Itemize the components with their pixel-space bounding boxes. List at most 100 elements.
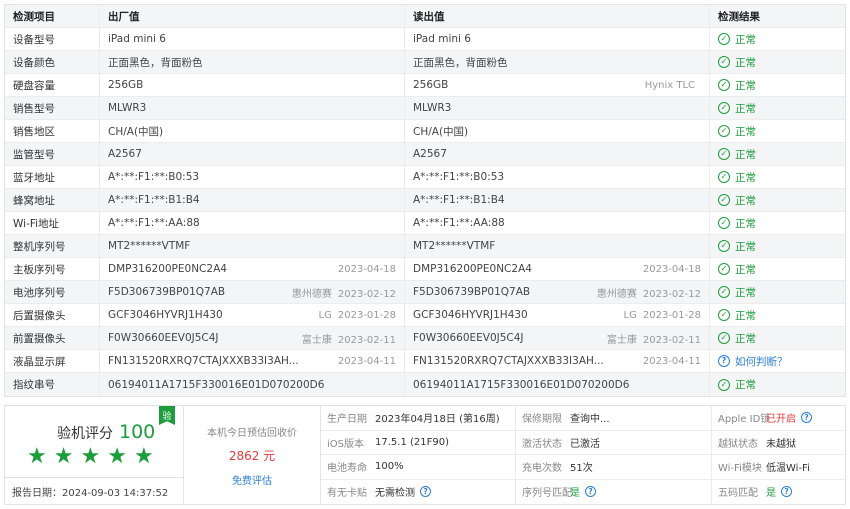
factory-meta [384,218,396,229]
read-brand: 富士康 [606,334,637,346]
factory-meta [384,195,396,206]
item-name: 指纹串号 [5,373,100,396]
factory-value: 256GB [108,79,144,91]
read-cell: A*:**:F1:**:B1:B4 [405,189,710,211]
help-icon[interactable]: ? [781,486,792,498]
read-meta [689,103,701,114]
result-text: 正常 [735,194,756,207]
info-key: 越狱状态 [718,438,758,450]
factory-cell: A*:**:F1:**:AA:88 [100,212,405,234]
factory-meta: 2023-04-11 [326,356,396,367]
help-icon[interactable]: ? [585,486,596,498]
read-value: A*:**:F1:**:AA:88 [413,217,505,229]
info-cell: 序列号匹配是? [516,479,712,504]
check-circle-icon: ✓ [718,240,730,252]
result-status: ✓ 正常 [718,193,756,208]
read-cell: 正面黑色，背面粉色 [405,51,710,73]
factory-meta [384,149,396,160]
factory-meta [384,34,396,45]
result-status: ✓ 正常 [718,262,756,277]
result-cell: ✓ 正常 [710,281,845,303]
star-icon: ★ [80,444,101,469]
factory-meta [384,379,396,390]
result-status: ✓ 正常 [718,124,756,139]
result-status: ✓ 正常 [718,101,756,116]
factory-cell: FN131520RXRQ7CTAJXXXB33I3AH... 2023-04-11 [100,350,405,372]
check-circle-icon: ✓ [718,378,730,391]
result-status: ✓ 正常 [718,331,756,346]
table-row: 电池序列号 F5D306739BP01Q7AB 惠州德赛 2023-02-12 F5D3… [5,281,845,304]
read-value: GCF3046HYVRJ1H430 [413,309,528,321]
info-key: iOS版本 [327,438,364,450]
item-name: 液晶显示屏 [5,350,100,372]
result-cell: ✓ 正常 [710,143,845,165]
read-value: A*:**:F1:**:B1:B4 [413,194,505,206]
read-meta: 富士康 2023-02-11 [601,331,701,346]
info-cell: 生产日期 2023年04月18日 (第16周) [321,406,516,431]
factory-cell: 06194011A1715F330016E01D070200D6 [100,373,405,396]
factory-cell: MLWR3 [100,97,405,119]
factory-value: iPad mini 6 [108,33,166,45]
help-icon[interactable]: ? [801,412,812,424]
question-circle-icon: ? [718,355,730,367]
info-value: 低温Wi-Fi [766,463,810,475]
result-cell: ✓ 正常 [710,327,845,349]
table-row: 液晶显示屏 FN131520RXRQ7CTAJXXXB33I3AH... 2023-… [5,350,845,373]
item-name: 后置摄像头 [5,304,100,326]
info-cell: 五码匹配是? [712,480,845,505]
read-meta [689,241,701,252]
info-key: Apple ID锁 [718,414,771,426]
help-icon[interactable]: ? [420,486,431,498]
result-status: ✓ 正常 [718,239,756,254]
read-meta [689,172,701,183]
check-circle-icon: ✓ [718,286,730,298]
result-status[interactable]: ? 如何判断？ [718,354,788,369]
check-circle-icon: ✓ [718,56,730,68]
result-text: 正常 [735,263,756,276]
read-cell: A2567 [405,143,710,165]
factory-meta [384,126,396,137]
table-row: 监管型号 A2567 A2567 ✓ 正常 [5,143,845,166]
item-name: 整机序列号 [5,235,100,257]
result-text: 正常 [735,332,756,345]
factory-value: FN131520RXRQ7CTAJXXXB33I3AH... [108,355,299,367]
read-value: F5D306739BP01Q7AB [413,286,531,298]
read-meta [689,57,701,68]
read-cell: 06194011A1715F330016E01D070200D6 [405,373,710,396]
read-cell: A*:**:F1:**:B0:53 [405,166,710,188]
info-value: 无需检测 [375,488,415,500]
table-row: 设备颜色 正面黑色，背面粉色 正面黑色，背面粉色 ✓ 正常 [5,51,845,74]
read-brand: Hynix TLC [644,79,695,91]
factory-meta [384,103,396,114]
item-name: Wi-Fi地址 [5,212,100,234]
read-cell: iPad mini 6 [405,28,710,50]
header-read: 读出值 [405,5,710,27]
read-value: 06194011A1715F330016E01D070200D6 [413,378,630,391]
item-name: 电池序列号 [5,281,100,303]
read-value: 256GB [413,79,449,91]
check-circle-icon: ✓ [718,217,730,229]
summary-panel: 验 验机评分 100 ★ ★ ★ ★ ★ 报告日期：2024-09-03 14:37:52… [4,405,846,505]
star-icon: ★ [133,444,154,469]
result-status: ✓ 正常 [718,377,756,392]
result-status: ✓ 正常 [718,78,756,93]
read-meta [689,34,701,45]
table-row: 主板序列号 DMP316200PE0NC2A4 2023-04-18 DMP31620… [5,258,845,281]
factory-meta: 2023-04-18 [326,264,396,275]
read-value: iPad mini 6 [413,33,471,45]
read-brand: LG [623,309,637,321]
info-value: 51次 [570,463,593,475]
table-row: 前置摄像头 F0W30660EEV0J5C4J 富士康 2023-02-11 F0W30… [5,327,845,350]
factory-cell: 正面黑色，背面粉色 [100,51,405,73]
check-circle-icon: ✓ [718,309,730,321]
result-text: 正常 [735,309,756,322]
factory-cell: CH/A(中国) [100,120,405,142]
free-evaluation-link[interactable]: 免费评估 [232,472,272,487]
info-cell: 充电次数 51次 [516,455,712,480]
read-date: 2023-04-18 [642,263,701,275]
info-value: 17.5.1 (21F90) [375,436,449,448]
factory-cell: DMP316200PE0NC2A4 2023-04-18 [100,258,405,280]
result-cell: ✓ 正常 [710,212,845,234]
read-meta: Hynix TLC [639,80,701,91]
result-status: ✓ 正常 [718,32,756,47]
